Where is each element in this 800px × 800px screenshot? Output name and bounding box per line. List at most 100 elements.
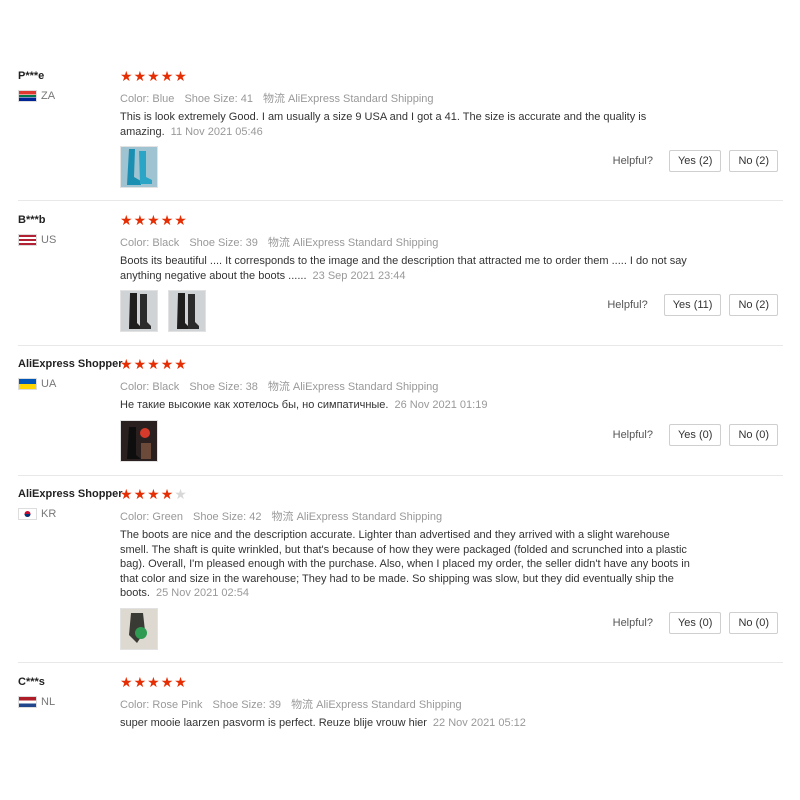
star-filled-icon: ★ <box>133 68 148 84</box>
review-divider <box>18 475 783 476</box>
star-filled-icon: ★ <box>160 212 175 228</box>
star-rating: ★★★★★ <box>120 487 188 501</box>
star-filled-icon: ★ <box>160 674 175 690</box>
review-photo-thumbnail[interactable] <box>120 420 158 462</box>
star-filled-icon: ★ <box>120 486 134 502</box>
color-label: Color: <box>120 237 153 249</box>
review-photo-thumbnail[interactable] <box>168 290 206 332</box>
country-flag-icon <box>18 378 37 390</box>
color-value: Rose Pink <box>152 699 203 711</box>
star-filled-icon: ★ <box>120 674 134 690</box>
reviewer-country: UA <box>18 378 56 390</box>
shoe-size-value: 38 <box>245 381 258 393</box>
star-filled-icon: ★ <box>147 68 161 84</box>
country-code: US <box>41 234 57 246</box>
color-value: Blue <box>152 93 175 105</box>
star-rating: ★★★★★ <box>120 675 188 689</box>
review-divider <box>18 200 783 201</box>
review-attributes: Color: Green Shoe Size: 42 物流 AliExpress S… <box>120 508 452 524</box>
star-filled-icon: ★ <box>160 356 175 372</box>
shipping-value: AliExpress Standard Shipping <box>296 511 443 523</box>
star-filled-icon: ★ <box>147 212 161 228</box>
star-empty-icon: ★ <box>174 486 188 502</box>
shipping-label: 物流 <box>267 381 293 393</box>
star-filled-icon: ★ <box>133 356 148 372</box>
shoe-size-label: Shoe Size: <box>189 237 246 249</box>
star-filled-icon: ★ <box>147 356 161 372</box>
shipping-label: 物流 <box>271 511 297 523</box>
helpful-no-button[interactable]: No (0) <box>729 612 778 634</box>
review-photo-thumbnail[interactable] <box>120 608 158 650</box>
review-date: 26 Nov 2021 01:19 <box>394 399 488 411</box>
star-filled-icon: ★ <box>120 356 134 372</box>
review-attributes: Color: Black Shoe Size: 38 物流 AliExpress S… <box>120 378 448 394</box>
review-text: super mooie laarzen pasvorm is perfect. … <box>120 716 700 731</box>
helpful-no-button[interactable]: No (0) <box>729 424 778 446</box>
helpful-vote: Helpful? Yes (0) No (0) <box>613 612 778 634</box>
star-filled-icon: ★ <box>174 68 188 84</box>
reviewer-name: AliExpress Shopper <box>18 488 123 500</box>
helpful-vote: Helpful? Yes (2) No (2) <box>613 150 778 172</box>
shipping-label: 物流 <box>262 93 289 105</box>
helpful-no-button[interactable]: No (2) <box>729 150 778 172</box>
reviewer-name: C***s <box>18 676 45 688</box>
shoe-size-label: Shoe Size: <box>189 381 246 393</box>
review-photos <box>120 290 216 332</box>
star-rating: ★★★★★ <box>120 69 188 83</box>
color-label: Color: <box>120 699 153 711</box>
country-code: NL <box>41 696 56 708</box>
review-photo-thumbnail[interactable] <box>120 146 158 188</box>
star-filled-icon: ★ <box>120 212 134 228</box>
reviewer-name: B***b <box>18 214 46 226</box>
shipping-label: 物流 <box>291 699 317 711</box>
review-divider <box>18 345 783 346</box>
review-date: 22 Nov 2021 05:12 <box>432 717 526 729</box>
review-text: The boots are nice and the description a… <box>120 528 700 601</box>
star-filled-icon: ★ <box>133 674 148 690</box>
star-filled-icon: ★ <box>147 486 161 502</box>
review-list: P***e ZA ★★★★★ Color: Blue Shoe Size: 41 物流 A… <box>0 0 800 800</box>
review-body: Не такие высокие как хотелось бы, но сим… <box>120 399 389 411</box>
shoe-size-label: Shoe Size: <box>212 699 269 711</box>
helpful-yes-button[interactable]: Yes (0) <box>668 424 722 446</box>
reviewer-name: P***e <box>18 70 45 82</box>
shoe-size-value: 39 <box>245 237 258 249</box>
star-filled-icon: ★ <box>147 674 161 690</box>
star-filled-icon: ★ <box>174 356 188 372</box>
helpful-no-button[interactable]: No (2) <box>729 294 778 316</box>
shoe-size-value: 39 <box>268 699 282 711</box>
star-filled-icon: ★ <box>160 486 175 502</box>
helpful-label: Helpful? <box>612 617 653 629</box>
review-date: 11 Nov 2021 05:46 <box>170 125 263 138</box>
country-code: ZA <box>41 90 56 102</box>
review-attributes: Color: Rose Pink Shoe Size: 39 物流 AliExpre… <box>120 696 472 712</box>
reviewer-country: ZA <box>18 90 55 102</box>
color-label: Color: <box>120 93 153 105</box>
review-photo-thumbnail[interactable] <box>120 290 158 332</box>
shipping-value: AliExpress Standard Shipping <box>316 699 462 711</box>
shoe-size-value: 42 <box>249 511 262 523</box>
reviewer-country: US <box>18 234 56 246</box>
country-code: UA <box>41 378 57 390</box>
helpful-yes-button[interactable]: Yes (11) <box>663 294 722 316</box>
color-label: Color: <box>120 511 153 523</box>
country-flag-icon <box>18 234 37 246</box>
star-filled-icon: ★ <box>174 212 188 228</box>
shoe-size-value: 41 <box>240 93 253 105</box>
helpful-label: Helpful? <box>612 429 653 441</box>
reviewer-name: AliExpress Shopper <box>18 358 123 370</box>
shoe-size-label: Shoe Size: <box>192 511 250 523</box>
helpful-yes-button[interactable]: Yes (0) <box>668 612 722 634</box>
color-value: Black <box>152 381 180 393</box>
helpful-label: Helpful? <box>607 299 648 311</box>
star-filled-icon: ★ <box>133 486 148 502</box>
shoe-size-label: Shoe Size: <box>184 93 241 105</box>
shipping-label: 物流 <box>267 237 293 249</box>
review-date: 23 Sep 2021 23:44 <box>312 269 406 282</box>
country-flag-icon <box>18 508 37 520</box>
shipping-value: AliExpress Standard Shipping <box>288 93 434 105</box>
color-value: Green <box>152 511 183 523</box>
country-flag-icon <box>18 696 37 708</box>
review-attributes: Color: Blue Shoe Size: 41 物流 AliExpress St… <box>120 90 444 106</box>
helpful-yes-button[interactable]: Yes (2) <box>668 150 722 172</box>
